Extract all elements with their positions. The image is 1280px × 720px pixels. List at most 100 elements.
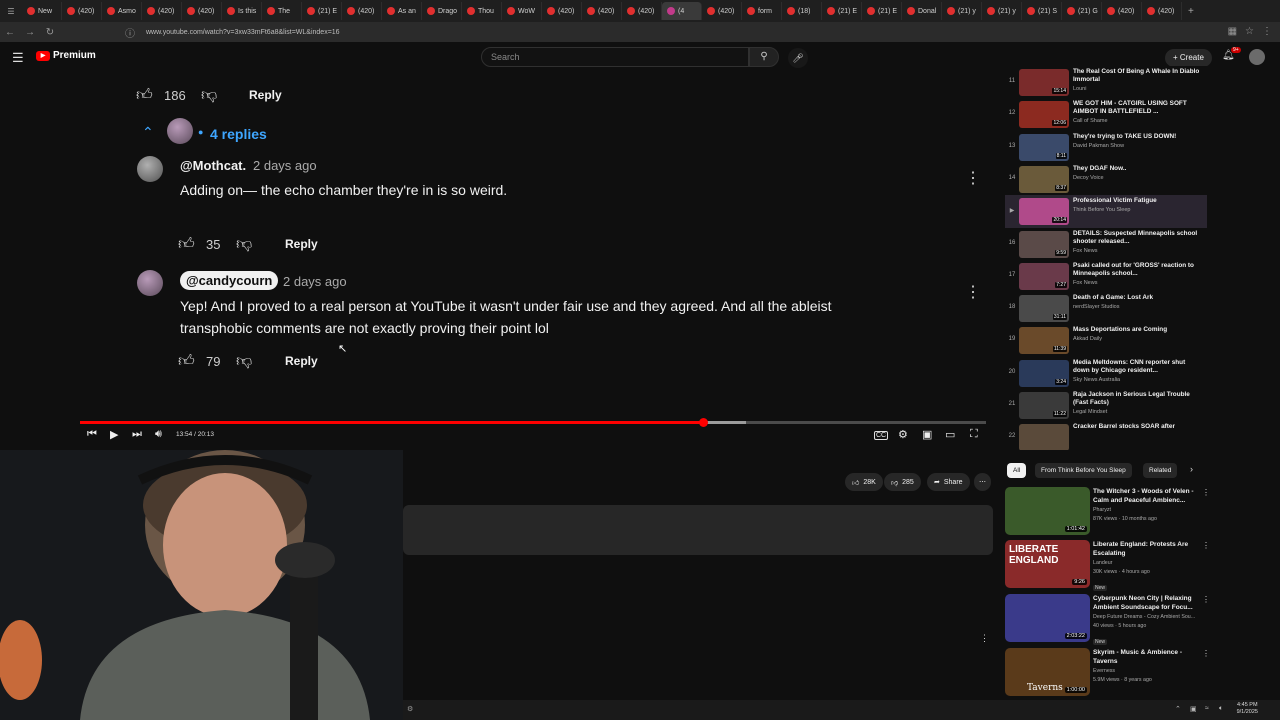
recommendation-menu-icon[interactable]: ⋮ bbox=[1202, 595, 1210, 604]
like-icon[interactable]: 👍︎ bbox=[178, 352, 195, 371]
reply-button[interactable]: Reply bbox=[285, 237, 318, 251]
browser-tab[interactable]: (21) E bbox=[822, 2, 862, 20]
browser-tab[interactable]: (420) bbox=[1142, 2, 1182, 20]
browser-tab[interactable]: As an bbox=[382, 2, 422, 20]
playlist-item[interactable]: 16 9:59 DETAILS: Suspected Minneapolis sch… bbox=[1005, 228, 1207, 261]
browser-tab[interactable]: (21) y bbox=[982, 2, 1022, 20]
browser-tab[interactable]: Is this bbox=[222, 2, 262, 20]
browser-tab[interactable]: (21) S bbox=[1022, 2, 1062, 20]
captions-icon[interactable]: CC bbox=[874, 431, 889, 440]
browser-tab[interactable]: (420) bbox=[582, 2, 622, 20]
playlist-item[interactable]: 11 15:14 The Real Cost Of Being A Whale In… bbox=[1005, 66, 1207, 99]
settings-gear-icon[interactable]: ⚙ bbox=[898, 428, 908, 441]
browser-tab[interactable]: (420) bbox=[62, 2, 102, 20]
back-icon[interactable]: ← bbox=[0, 27, 20, 38]
dislike-icon[interactable]: 👎︎ bbox=[236, 235, 252, 254]
comment-menu-icon[interactable]: ⋮ bbox=[965, 168, 981, 188]
filter-chip[interactable]: Related bbox=[1143, 463, 1178, 478]
browser-tab[interactable]: Thou bbox=[462, 2, 502, 20]
menu-hamburger-icon[interactable]: ☰ bbox=[12, 50, 24, 66]
like-icon[interactable]: 👍︎ bbox=[178, 235, 195, 254]
tray-chevron-icon[interactable]: ⌃ bbox=[1175, 705, 1181, 713]
comment-menu-icon[interactable]: ⋮ bbox=[965, 282, 981, 302]
browser-tab[interactable]: (21) E bbox=[302, 2, 342, 20]
new-tab-icon[interactable]: + bbox=[1188, 6, 1194, 17]
playlist-item[interactable]: 17 7:27 Psaki called out for 'GROSS' react… bbox=[1005, 260, 1207, 293]
progress-bar[interactable] bbox=[80, 418, 986, 427]
microphone-icon[interactable]: 🎤︎ bbox=[788, 48, 808, 68]
url-field[interactable]: www.youtube.com/watch?v=3xw33mFt6a8&list… bbox=[146, 29, 340, 36]
browser-tab[interactable]: Asmo bbox=[102, 2, 142, 20]
comment-time[interactable]: 2 days ago bbox=[253, 158, 317, 173]
recommendation-item[interactable]: 2:03:22 Cyberpunk Neon City | Relaxing Am… bbox=[1005, 594, 1210, 645]
playlist-item[interactable]: 13 8:11 They're trying to TAKE US DOWN! Dav… bbox=[1005, 131, 1207, 164]
search-input[interactable]: Search bbox=[481, 47, 749, 67]
volume-icon[interactable]: 🔊︎ bbox=[155, 428, 162, 441]
dislike-icon[interactable]: 👎︎ bbox=[236, 352, 252, 371]
site-info-icon[interactable]: ⓘ bbox=[120, 25, 140, 40]
description-box[interactable] bbox=[403, 505, 993, 555]
recommendation-menu-icon[interactable]: ⋮ bbox=[1202, 649, 1210, 658]
recommendation-item[interactable]: 1:01:42 The Witcher 3 - Woods of Velen - … bbox=[1005, 487, 1210, 537]
create-button[interactable]: + Create bbox=[1165, 49, 1212, 67]
collapse-chevron-icon[interactable]: ⌃ bbox=[142, 124, 154, 141]
comment-author[interactable]: @Mothcat. bbox=[180, 158, 246, 173]
next-icon[interactable]: ⏭︎ bbox=[132, 428, 142, 441]
share-button[interactable]: ➦ Share bbox=[927, 473, 970, 491]
replies-toggle[interactable]: 4 replies bbox=[210, 126, 267, 142]
reply-button[interactable]: Reply bbox=[285, 354, 318, 368]
system-clock[interactable]: 4:45 PM 9/1/2025 bbox=[1237, 702, 1258, 716]
youtube-logo[interactable]: ▶ Premium bbox=[36, 50, 96, 61]
browser-tab[interactable]: (420) bbox=[142, 2, 182, 20]
playlist-item[interactable]: 12 12:06 WE GOT HIM - CATGIRL USING SOFT A… bbox=[1005, 98, 1207, 131]
search-icon[interactable]: ⚲ bbox=[749, 47, 779, 67]
playlist-item[interactable]: ▶ 20:14 Professional Victim Fatigue Think B… bbox=[1005, 195, 1207, 229]
chevron-right-icon[interactable]: › bbox=[1190, 464, 1193, 474]
playlist-item[interactable]: 14 8:37 They DGAF Now.. Decoy Voice bbox=[1005, 163, 1207, 196]
browser-tab[interactable]: Donal bbox=[902, 2, 942, 20]
filter-chip[interactable]: From Think Before You Sleep bbox=[1035, 463, 1132, 478]
browser-tab[interactable]: (4 bbox=[662, 2, 702, 20]
recommendation-item[interactable]: Taverns 1:00:00 Skyrim - Music & Ambience … bbox=[1005, 648, 1210, 698]
previous-icon[interactable]: ⏮︎ bbox=[87, 428, 97, 441]
like-icon[interactable]: 👍︎ bbox=[136, 86, 153, 105]
browser-tab[interactable]: (21) y bbox=[942, 2, 982, 20]
dislike-icon[interactable]: 👎︎ bbox=[201, 86, 217, 105]
playlist-item[interactable]: 18 31:11 Death of a Game: Lost Ark nerdSlay… bbox=[1005, 292, 1207, 325]
profile-avatar[interactable] bbox=[1249, 49, 1265, 65]
filter-chip[interactable]: All bbox=[1007, 463, 1027, 478]
like-button[interactable]: 👍︎ 28K bbox=[845, 473, 883, 491]
wifi-icon[interactable]: ≈ bbox=[1205, 705, 1209, 712]
playlist-item[interactable]: 19 11:39 Mass Deportations are Coming Akkad… bbox=[1005, 324, 1207, 357]
reply-button[interactable]: Reply bbox=[249, 88, 282, 102]
reload-icon[interactable]: ↻ bbox=[40, 27, 60, 38]
browser-tab[interactable]: New bbox=[22, 2, 62, 20]
menu-dots-icon[interactable]: ⋮ bbox=[1262, 26, 1272, 37]
playlist-item[interactable]: 20 3:24 Media Meltdowns: CNN reporter shut… bbox=[1005, 357, 1207, 390]
recommendation-item[interactable]: LIBERATE ENGLAND 9:26 Liberate England: Pro… bbox=[1005, 540, 1210, 591]
browser-tab[interactable]: (420) bbox=[702, 2, 742, 20]
recommendation-menu-icon[interactable]: ⋮ bbox=[1202, 541, 1210, 550]
browser-tab[interactable]: (21) E bbox=[862, 2, 902, 20]
forward-icon[interactable]: → bbox=[20, 27, 40, 38]
tab-search-icon[interactable]: ☰ bbox=[0, 7, 22, 16]
bookmark-star-icon[interactable]: ☆ bbox=[1245, 26, 1254, 37]
comment-menu-icon[interactable]: ⋮ bbox=[980, 633, 989, 644]
playlist-item[interactable]: 21 11:22 Raja Jackson in Serious Legal Tro… bbox=[1005, 389, 1207, 422]
browser-tab[interactable]: WoW bbox=[502, 2, 542, 20]
playlist-item[interactable]: 22 Cracker Barrel stocks SOAR after bbox=[1005, 421, 1207, 450]
network-icon[interactable]: ▣ bbox=[1190, 705, 1197, 713]
settings-gear-icon[interactable]: ⚙ bbox=[407, 705, 413, 713]
browser-tab[interactable]: (21) G bbox=[1062, 2, 1102, 20]
fullscreen-icon[interactable]: ⛶ bbox=[970, 428, 978, 441]
theater-mode-icon[interactable]: ▭ bbox=[945, 428, 955, 441]
browser-tab[interactable]: Drago bbox=[422, 2, 462, 20]
avatar[interactable] bbox=[137, 156, 163, 182]
miniplayer-icon[interactable]: ▣ bbox=[922, 428, 932, 441]
comment-author-highlighted[interactable]: @candycourn bbox=[180, 271, 279, 290]
browser-tab[interactable]: (420) bbox=[622, 2, 662, 20]
browser-tab[interactable]: (420) bbox=[1102, 2, 1142, 20]
avatar[interactable] bbox=[137, 270, 163, 296]
browser-tab[interactable]: (420) bbox=[542, 2, 582, 20]
browser-tab[interactable]: The bbox=[262, 2, 302, 20]
